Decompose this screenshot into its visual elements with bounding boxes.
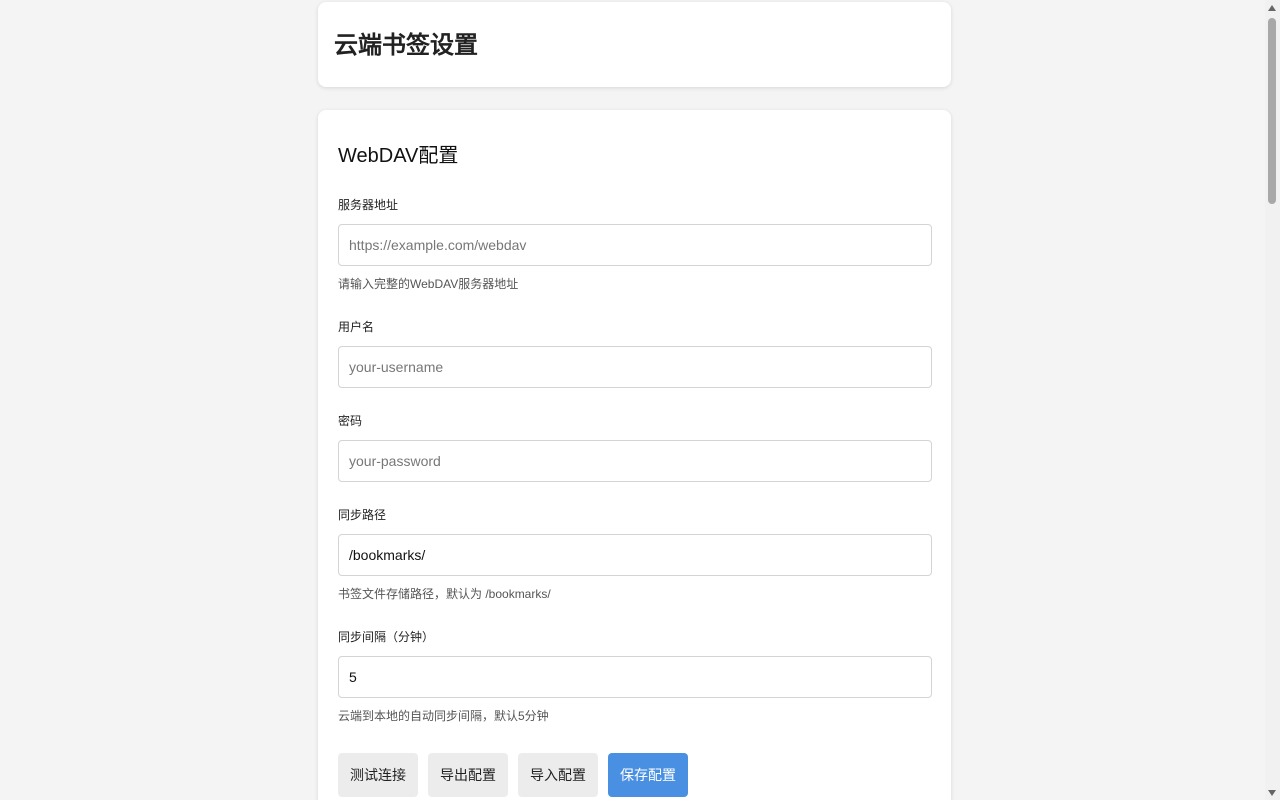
- sync-interval-label: 同步间隔（分钟）: [338, 630, 435, 644]
- scroll-thumb[interactable]: [1268, 18, 1276, 204]
- username-input[interactable]: [338, 346, 932, 388]
- scroll-down-arrow-icon[interactable]: [1268, 790, 1276, 796]
- sync-interval-hint: 云端到本地的自动同步间隔，默认5分钟: [338, 709, 549, 723]
- password-input[interactable]: [338, 440, 932, 482]
- header-card: 云端书签设置: [318, 2, 951, 87]
- sync-path-input[interactable]: [338, 534, 932, 576]
- server-address-input[interactable]: [338, 224, 932, 266]
- server-address-hint: 请输入完整的WebDAV服务器地址: [338, 277, 519, 291]
- password-label: 密码: [338, 414, 363, 428]
- scroll-up-arrow-icon[interactable]: [1268, 5, 1276, 11]
- vertical-scrollbar[interactable]: [1265, 0, 1280, 800]
- import-config-button[interactable]: 导入配置: [518, 753, 598, 797]
- export-config-button[interactable]: 导出配置: [428, 753, 508, 797]
- test-connection-button[interactable]: 测试连接: [338, 753, 418, 797]
- sync-interval-input[interactable]: [338, 656, 932, 698]
- username-label: 用户名: [338, 320, 375, 334]
- sync-path-hint: 书签文件存储路径，默认为 /bookmarks/: [338, 587, 551, 601]
- page-title: 云端书签设置: [334, 32, 478, 59]
- section-title: WebDAV配置: [338, 145, 459, 167]
- save-config-button[interactable]: 保存配置: [608, 753, 688, 797]
- webdav-config-card: WebDAV配置 服务器地址 请输入完整的WebDAV服务器地址 用户名 密码 …: [318, 110, 951, 800]
- settings-page: 云端书签设置 WebDAV配置 服务器地址 请输入完整的WebDAV服务器地址 …: [0, 0, 1280, 800]
- sync-path-label: 同步路径: [338, 508, 387, 522]
- server-address-label: 服务器地址: [338, 198, 399, 212]
